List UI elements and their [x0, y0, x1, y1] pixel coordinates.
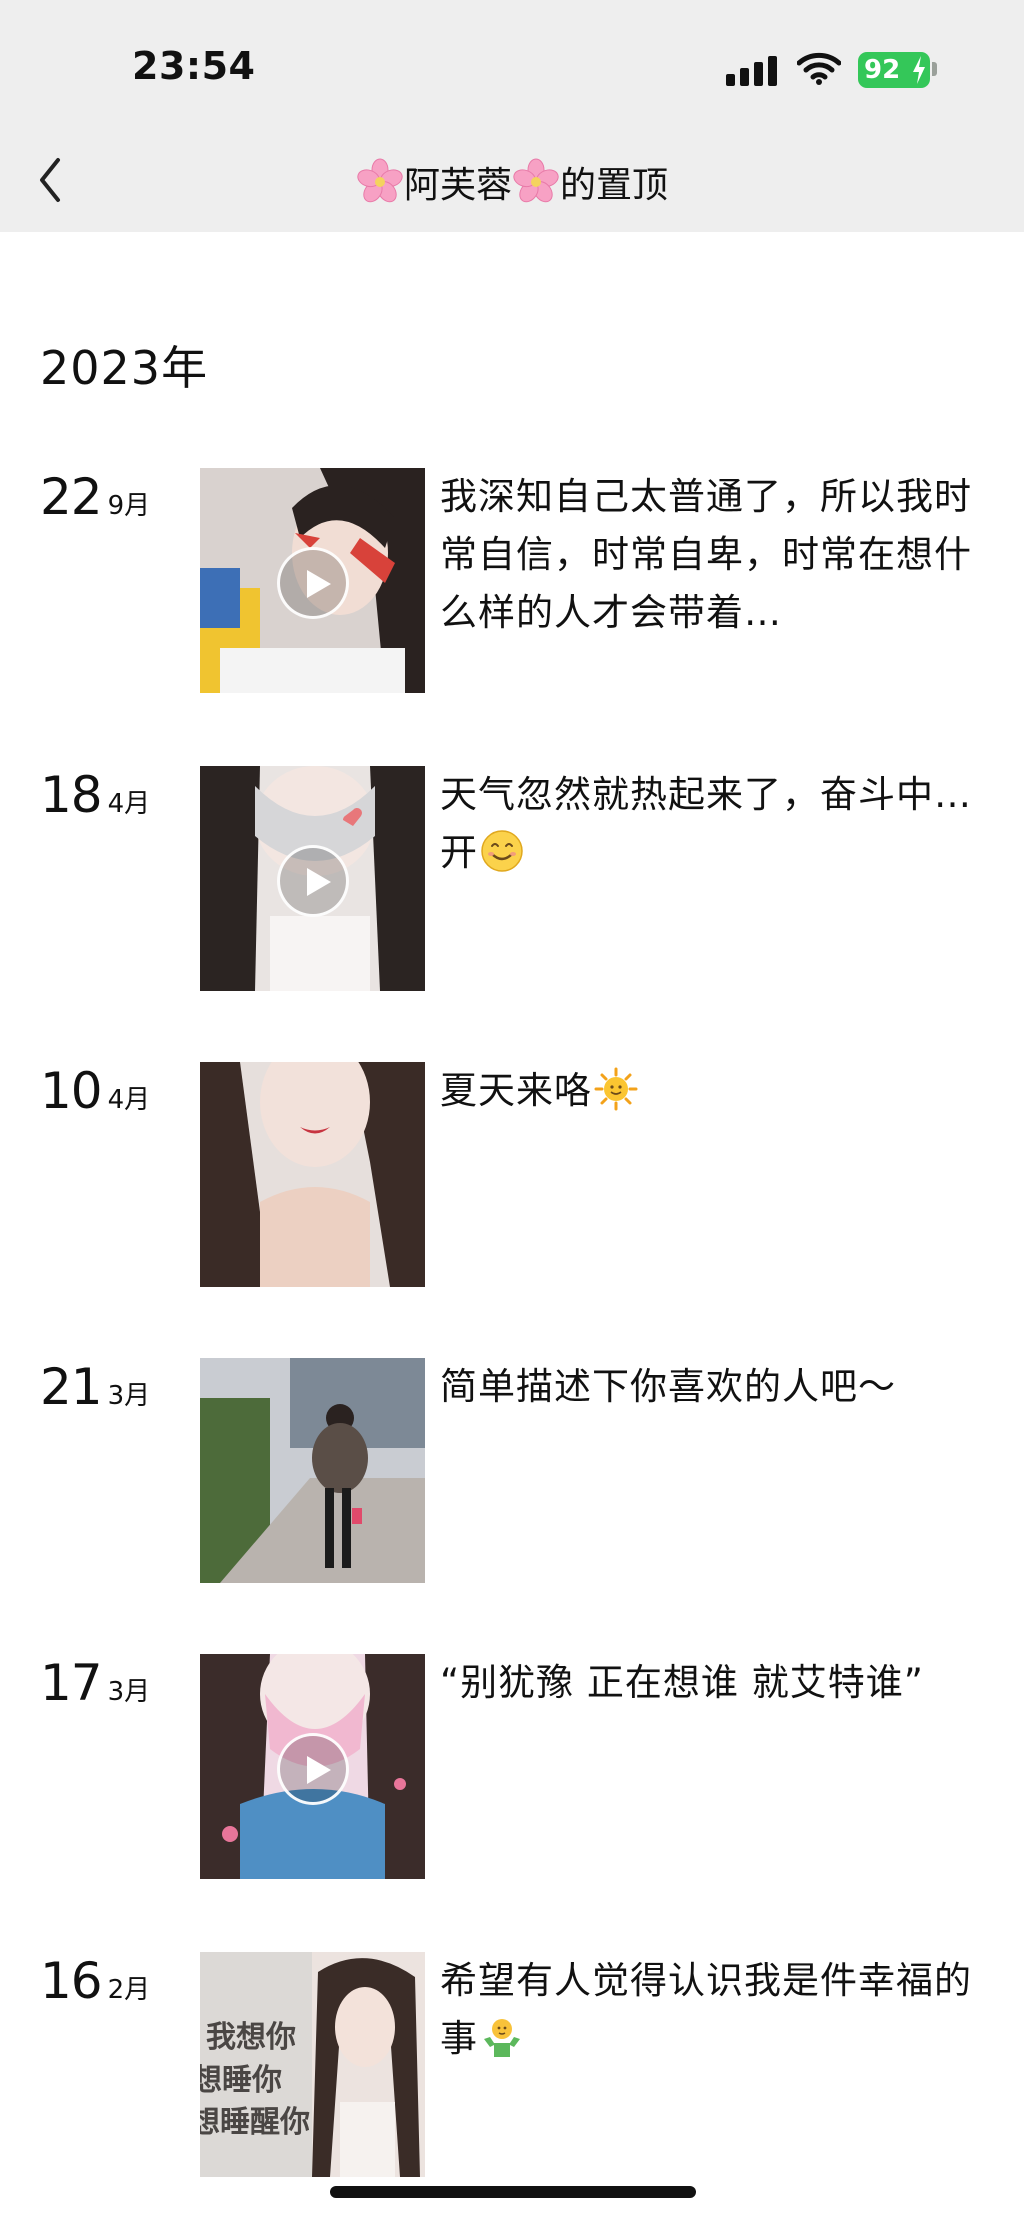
post-month: 3月	[107, 1381, 151, 1411]
wifi-icon	[797, 52, 841, 85]
play-icon	[277, 547, 349, 619]
post-date: 18 4月	[40, 766, 150, 824]
post-day: 17	[40, 1654, 103, 1712]
home-indicator[interactable]	[330, 2186, 696, 2198]
cherry-blossom-icon	[357, 158, 403, 203]
post-thumbnail[interactable]	[200, 1654, 425, 1879]
thumb-text: 想睡醒你	[200, 2105, 310, 2140]
post-day: 16	[40, 1952, 103, 2010]
post-day: 21	[40, 1358, 103, 1416]
shrug-emoji-icon	[484, 2019, 520, 2057]
post-text: 我深知自己太普通了，所以我时常自信，时常自卑，时常在想什么样的人才会带着…	[440, 475, 972, 634]
post-text: 简单描述下你喜欢的人吧～	[440, 1365, 896, 1408]
battery-cap	[932, 62, 937, 76]
post-thumbnail[interactable]	[200, 1358, 425, 1583]
post-item[interactable]: 16 2月 我想你 想睡你 想睡醒你 希望有人觉得认识我是件幸福的事	[0, 1952, 1024, 2178]
top-bar: 23:54 92 阿芙蓉 的置顶	[0, 0, 1024, 232]
post-date: 17 3月	[40, 1654, 150, 1712]
title-suffix: 的置顶	[560, 165, 669, 206]
post-thumbnail[interactable]	[200, 766, 425, 991]
page-title: 阿芙蓉 的置顶	[0, 152, 1024, 212]
post-month: 4月	[107, 789, 151, 819]
post-item[interactable]: 18 4月 天气忽然就热起来了，奋斗中…开	[0, 766, 1024, 992]
post-month: 2月	[107, 1975, 151, 2005]
post-text: “别犹豫 正在想谁 就艾特谁”	[440, 1661, 924, 1704]
post-month: 4月	[107, 1085, 151, 1115]
status-time: 23:54	[132, 44, 256, 88]
post-item[interactable]: 17 3月 “别犹豫 正在想谁 就艾特谁”	[0, 1654, 1024, 1880]
status-bar: 23:54 92	[0, 0, 1024, 130]
post-month: 9月	[107, 491, 151, 521]
post-text: 天气忽然就热起来了，奋斗中…开	[440, 766, 980, 882]
post-day: 22	[40, 468, 103, 526]
post-thumbnail[interactable]	[200, 468, 425, 693]
thumb-text: 我想你	[206, 2020, 296, 2055]
post-text: 夏天来咯	[440, 1062, 980, 1120]
post-item[interactable]: 21 3月 简单描述下你喜欢的人吧～	[0, 1358, 1024, 1584]
post-date: 22 9月	[40, 468, 150, 526]
post-thumbnail[interactable]	[200, 1062, 425, 1287]
post-date: 21 3月	[40, 1358, 150, 1416]
post-thumbnail[interactable]: 我想你 想睡你 想睡醒你	[200, 1952, 425, 2177]
year-heading: 2023年	[40, 341, 209, 395]
charging-bolt-icon	[913, 56, 925, 84]
post-item[interactable]: 22 9月 我深知自己太普通了，所以我时常自信，时常自卑，时常在想什么样的人才会带…	[0, 468, 1024, 694]
post-text-content: 夏天来咯	[440, 1069, 592, 1112]
sun-emoji-icon	[594, 1067, 638, 1111]
play-icon	[277, 1733, 349, 1805]
play-icon	[277, 845, 349, 917]
post-month: 3月	[107, 1677, 151, 1707]
thumb-text: 想睡你	[200, 2063, 282, 2098]
battery-indicator: 92	[858, 52, 930, 88]
post-text: 希望有人觉得认识我是件幸福的事	[440, 1952, 980, 2068]
battery-level: 92	[864, 55, 901, 85]
cherry-blossom-icon	[513, 158, 559, 203]
post-date: 10 4月	[40, 1062, 150, 1120]
post-item[interactable]: 10 4月 夏天来咯	[0, 1062, 1024, 1288]
post-day: 10	[40, 1062, 103, 1120]
post-day: 18	[40, 766, 103, 824]
title-name: 阿芙蓉	[403, 165, 512, 206]
cellular-signal-icon	[726, 56, 778, 86]
smile-emoji-icon	[481, 830, 523, 872]
post-date: 16 2月	[40, 1952, 150, 2010]
